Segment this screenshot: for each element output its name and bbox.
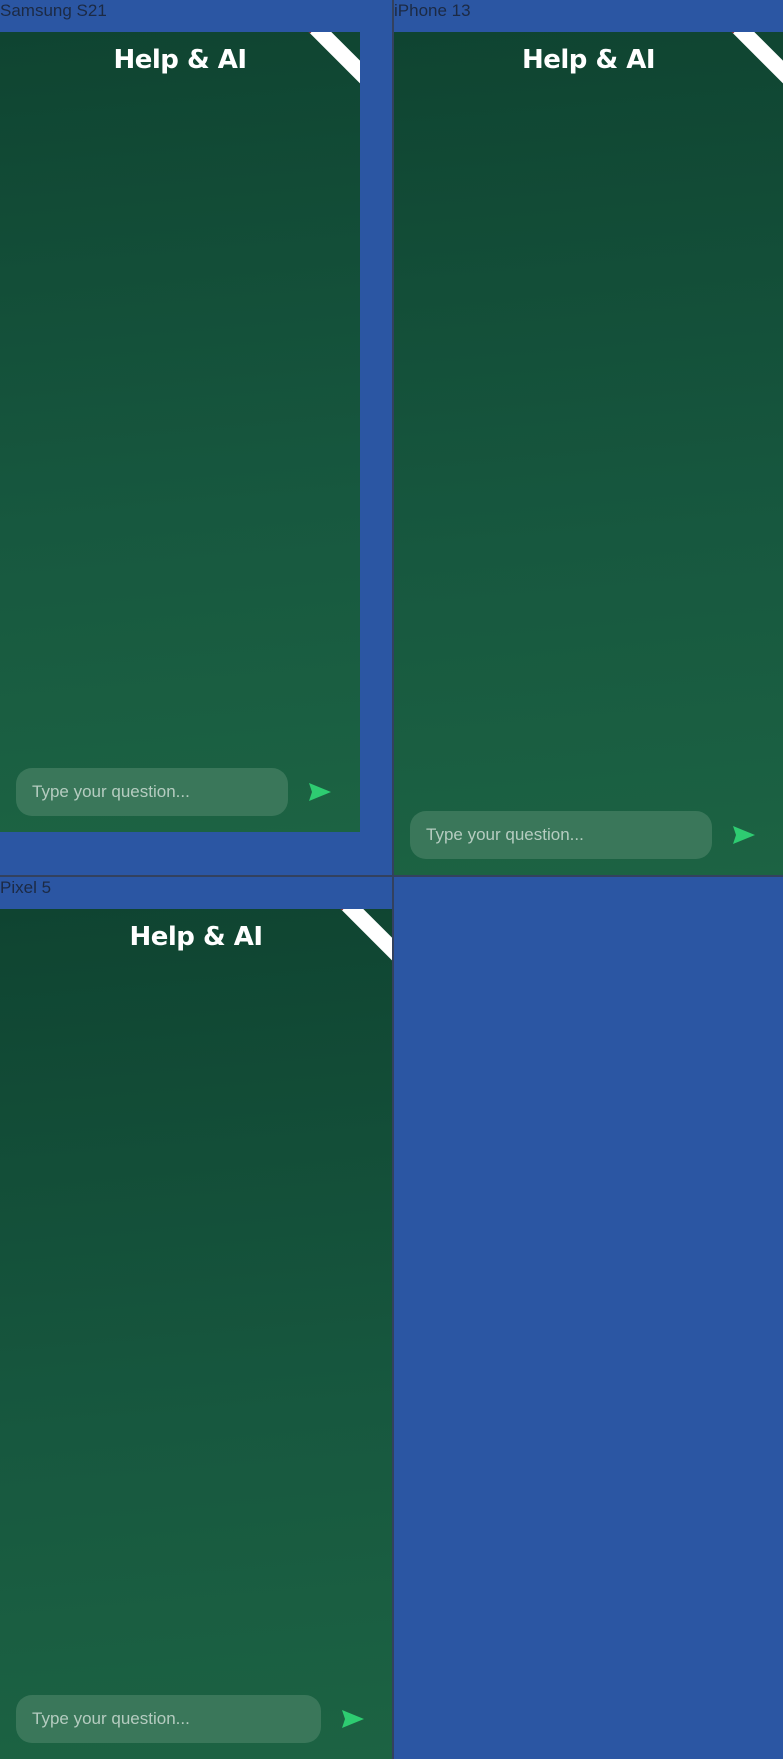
page-title: Help & AI	[113, 45, 248, 75]
send-button[interactable]	[333, 1699, 373, 1739]
chat-input-row: Type your question...	[16, 1695, 373, 1743]
send-button[interactable]	[300, 772, 340, 812]
send-button[interactable]	[724, 815, 764, 855]
page-title: Help & AI	[129, 922, 264, 952]
device-label: Pixel 5	[0, 878, 52, 897]
device-frame-samsung-s21: Samsung S21 Help & AI Type your question…	[0, 0, 392, 875]
question-input[interactable]: Type your question...	[410, 811, 712, 859]
app-screen: Help & AI Type your question...	[394, 32, 783, 875]
device-frame-iphone-13: iPhone 13 Help & AI Type your question..…	[394, 0, 783, 875]
question-input[interactable]: Type your question...	[16, 768, 288, 816]
grid-divider-horizontal	[0, 875, 783, 877]
device-frame-pixel-5: Pixel 5 Help & AI Type your question...	[0, 877, 392, 1759]
empty-canvas-area	[394, 877, 783, 1759]
app-screen: Help & AI Type your question...	[0, 32, 360, 832]
send-icon	[342, 1710, 364, 1728]
device-label: Samsung S21	[0, 1, 107, 20]
send-icon	[733, 826, 755, 844]
grid-divider-vertical	[392, 0, 394, 1759]
chat-input-row: Type your question...	[16, 768, 340, 816]
send-icon	[309, 783, 331, 801]
chat-input-row: Type your question...	[410, 811, 764, 859]
app-screen: Help & AI Type your question...	[0, 909, 392, 1759]
question-input[interactable]: Type your question...	[16, 1695, 321, 1743]
page-title: Help & AI	[522, 45, 656, 75]
device-label: iPhone 13	[394, 1, 471, 20]
